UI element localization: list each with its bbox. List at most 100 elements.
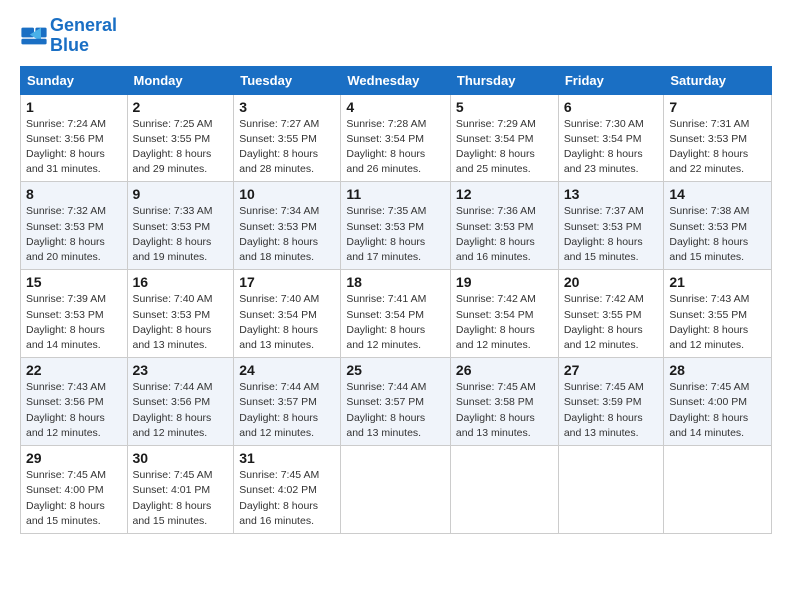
- calendar-cell: 9 Sunrise: 7:33 AMSunset: 3:53 PMDaylight…: [127, 182, 234, 270]
- day-detail: Sunrise: 7:25 AMSunset: 3:55 PMDaylight:…: [133, 118, 213, 176]
- weekday-header-sunday: Sunday: [21, 66, 128, 94]
- day-detail: Sunrise: 7:29 AMSunset: 3:54 PMDaylight:…: [456, 118, 536, 176]
- calendar-cell: 29 Sunrise: 7:45 AMSunset: 4:00 PMDayligh…: [21, 446, 128, 534]
- day-number: 8: [26, 186, 122, 202]
- day-number: 15: [26, 274, 122, 290]
- day-detail: Sunrise: 7:33 AMSunset: 3:53 PMDaylight:…: [133, 205, 213, 263]
- day-detail: Sunrise: 7:44 AMSunset: 3:57 PMDaylight:…: [239, 381, 319, 439]
- day-number: 31: [239, 450, 335, 466]
- day-detail: Sunrise: 7:27 AMSunset: 3:55 PMDaylight:…: [239, 118, 319, 176]
- week-row-2: 8Sunrise: 7:32 AMSunset: 3:53 PMDaylight…: [21, 182, 772, 270]
- calendar-table: SundayMondayTuesdayWednesdayThursdayFrid…: [20, 66, 772, 534]
- day-detail: Sunrise: 7:43 AMSunset: 3:56 PMDaylight:…: [26, 381, 106, 439]
- day-number: 10: [239, 186, 335, 202]
- day-number: 2: [133, 99, 229, 115]
- day-detail: Sunrise: 7:34 AMSunset: 3:53 PMDaylight:…: [239, 205, 319, 263]
- day-detail: Sunrise: 7:45 AMSunset: 4:01 PMDaylight:…: [133, 469, 213, 527]
- day-detail: Sunrise: 7:45 AMSunset: 4:00 PMDaylight:…: [26, 469, 106, 527]
- day-number: 5: [456, 99, 553, 115]
- day-number: 23: [133, 362, 229, 378]
- weekday-header-monday: Monday: [127, 66, 234, 94]
- day-number: 28: [669, 362, 766, 378]
- calendar-cell: 24 Sunrise: 7:44 AMSunset: 3:57 PMDayligh…: [234, 358, 341, 446]
- day-number: 29: [26, 450, 122, 466]
- day-detail: Sunrise: 7:44 AMSunset: 3:56 PMDaylight:…: [133, 381, 213, 439]
- week-row-4: 22 Sunrise: 7:43 AMSunset: 3:56 PMDayligh…: [21, 358, 772, 446]
- calendar-cell: 30 Sunrise: 7:45 AMSunset: 4:01 PMDayligh…: [127, 446, 234, 534]
- calendar-cell: 16Sunrise: 7:40 AMSunset: 3:53 PMDayligh…: [127, 270, 234, 358]
- calendar-cell: 7Sunrise: 7:31 AMSunset: 3:53 PMDaylight…: [664, 94, 772, 182]
- day-number: 25: [346, 362, 445, 378]
- day-detail: Sunrise: 7:24 AMSunset: 3:56 PMDaylight:…: [26, 118, 106, 176]
- day-number: 6: [564, 99, 659, 115]
- day-detail: Sunrise: 7:42 AMSunset: 3:55 PMDaylight:…: [564, 293, 644, 351]
- day-detail: Sunrise: 7:38 AMSunset: 3:53 PMDaylight:…: [669, 205, 749, 263]
- day-detail: Sunrise: 7:41 AMSunset: 3:54 PMDaylight:…: [346, 293, 426, 351]
- day-number: 18: [346, 274, 445, 290]
- day-detail: Sunrise: 7:45 AMSunset: 3:58 PMDaylight:…: [456, 381, 536, 439]
- day-number: 30: [133, 450, 229, 466]
- calendar-cell: 15 Sunrise: 7:39 AMSunset: 3:53 PMDayligh…: [21, 270, 128, 358]
- day-detail: Sunrise: 7:35 AMSunset: 3:53 PMDaylight:…: [346, 205, 426, 263]
- calendar-cell: 6 Sunrise: 7:30 AMSunset: 3:54 PMDaylight…: [558, 94, 664, 182]
- calendar-cell: 23 Sunrise: 7:44 AMSunset: 3:56 PMDayligh…: [127, 358, 234, 446]
- logo-icon: [20, 22, 48, 50]
- calendar-cell: 4 Sunrise: 7:28 AMSunset: 3:54 PMDaylight…: [341, 94, 451, 182]
- calendar-cell: 12 Sunrise: 7:36 AMSunset: 3:53 PMDayligh…: [450, 182, 558, 270]
- calendar-cell: 2 Sunrise: 7:25 AMSunset: 3:55 PMDaylight…: [127, 94, 234, 182]
- logo-text: General Blue: [50, 16, 117, 56]
- day-number: 16: [133, 274, 229, 290]
- calendar-cell: 27 Sunrise: 7:45 AMSunset: 3:59 PMDayligh…: [558, 358, 664, 446]
- day-number: 14: [669, 186, 766, 202]
- calendar-cell: 22 Sunrise: 7:43 AMSunset: 3:56 PMDayligh…: [21, 358, 128, 446]
- calendar-cell: 18 Sunrise: 7:41 AMSunset: 3:54 PMDayligh…: [341, 270, 451, 358]
- calendar-cell: 13 Sunrise: 7:37 AMSunset: 3:53 PMDayligh…: [558, 182, 664, 270]
- logo: General Blue: [20, 16, 117, 56]
- day-number: 11: [346, 186, 445, 202]
- calendar-cell: 21 Sunrise: 7:43 AMSunset: 3:55 PMDayligh…: [664, 270, 772, 358]
- weekday-header-wednesday: Wednesday: [341, 66, 451, 94]
- day-number: 7: [669, 99, 766, 115]
- calendar-cell: 14 Sunrise: 7:38 AMSunset: 3:53 PMDayligh…: [664, 182, 772, 270]
- weekday-header-row: SundayMondayTuesdayWednesdayThursdayFrid…: [21, 66, 772, 94]
- weekday-header-saturday: Saturday: [664, 66, 772, 94]
- calendar-cell: 10 Sunrise: 7:34 AMSunset: 3:53 PMDayligh…: [234, 182, 341, 270]
- calendar-cell: 20 Sunrise: 7:42 AMSunset: 3:55 PMDayligh…: [558, 270, 664, 358]
- day-number: 26: [456, 362, 553, 378]
- day-number: 24: [239, 362, 335, 378]
- day-number: 27: [564, 362, 659, 378]
- calendar-cell: 8Sunrise: 7:32 AMSunset: 3:53 PMDaylight…: [21, 182, 128, 270]
- day-detail: Sunrise: 7:30 AMSunset: 3:54 PMDaylight:…: [564, 118, 644, 176]
- day-detail: Sunrise: 7:43 AMSunset: 3:55 PMDaylight:…: [669, 293, 749, 351]
- day-detail: Sunrise: 7:45 AMSunset: 4:00 PMDaylight:…: [669, 381, 749, 439]
- day-number: 21: [669, 274, 766, 290]
- calendar-cell: [558, 446, 664, 534]
- day-detail: Sunrise: 7:39 AMSunset: 3:53 PMDaylight:…: [26, 293, 106, 351]
- day-detail: Sunrise: 7:36 AMSunset: 3:53 PMDaylight:…: [456, 205, 536, 263]
- calendar-cell: 1Sunrise: 7:24 AMSunset: 3:56 PMDaylight…: [21, 94, 128, 182]
- week-row-1: 1Sunrise: 7:24 AMSunset: 3:56 PMDaylight…: [21, 94, 772, 182]
- week-row-3: 15 Sunrise: 7:39 AMSunset: 3:53 PMDayligh…: [21, 270, 772, 358]
- calendar-cell: 17Sunrise: 7:40 AMSunset: 3:54 PMDayligh…: [234, 270, 341, 358]
- day-number: 13: [564, 186, 659, 202]
- calendar-cell: [664, 446, 772, 534]
- day-number: 12: [456, 186, 553, 202]
- calendar-cell: 11 Sunrise: 7:35 AMSunset: 3:53 PMDayligh…: [341, 182, 451, 270]
- calendar-cell: 3Sunrise: 7:27 AMSunset: 3:55 PMDaylight…: [234, 94, 341, 182]
- day-detail: Sunrise: 7:45 AMSunset: 3:59 PMDaylight:…: [564, 381, 644, 439]
- day-detail: Sunrise: 7:45 AMSunset: 4:02 PMDaylight:…: [239, 469, 319, 527]
- day-number: 4: [346, 99, 445, 115]
- day-number: 19: [456, 274, 553, 290]
- calendar-cell: 31 Sunrise: 7:45 AMSunset: 4:02 PMDayligh…: [234, 446, 341, 534]
- day-number: 9: [133, 186, 229, 202]
- day-number: 22: [26, 362, 122, 378]
- calendar-cell: 19Sunrise: 7:42 AMSunset: 3:54 PMDayligh…: [450, 270, 558, 358]
- day-number: 17: [239, 274, 335, 290]
- weekday-header-tuesday: Tuesday: [234, 66, 341, 94]
- day-number: 20: [564, 274, 659, 290]
- day-detail: Sunrise: 7:37 AMSunset: 3:53 PMDaylight:…: [564, 205, 644, 263]
- calendar-cell: [341, 446, 451, 534]
- day-detail: Sunrise: 7:28 AMSunset: 3:54 PMDaylight:…: [346, 118, 426, 176]
- calendar-cell: 28 Sunrise: 7:45 AMSunset: 4:00 PMDayligh…: [664, 358, 772, 446]
- calendar-cell: [450, 446, 558, 534]
